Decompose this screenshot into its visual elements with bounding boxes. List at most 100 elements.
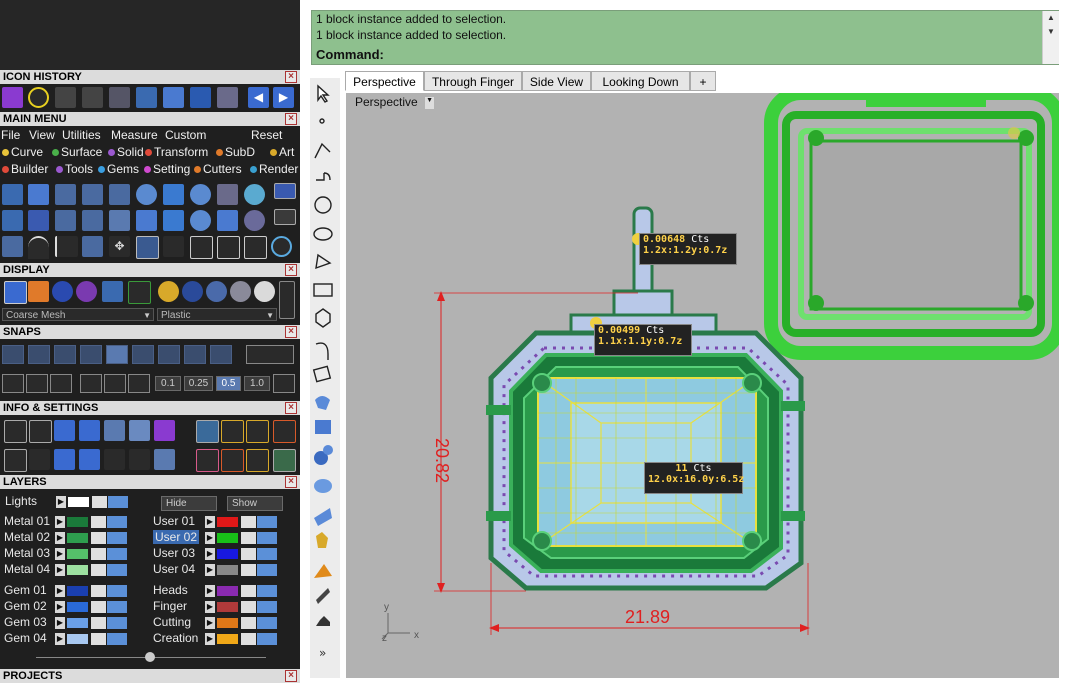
expand-arrow-icon[interactable]: ▶	[55, 548, 65, 560]
expand-arrow-icon[interactable]: ▶	[205, 585, 215, 597]
layer-controls[interactable]: ▶	[205, 516, 285, 528]
cat-setting[interactable]: Setting	[144, 162, 190, 176]
bulb-icon[interactable]	[107, 601, 127, 613]
layer-name-right[interactable]: User 01	[153, 514, 195, 528]
lock-icon[interactable]	[241, 585, 256, 597]
gem-info3-icon[interactable]	[246, 449, 269, 472]
capture-icon[interactable]	[102, 281, 123, 302]
expand-arrow-icon[interactable]: ▶	[205, 617, 215, 629]
split-icon[interactable]	[217, 236, 240, 259]
cat-subd[interactable]: SubD	[216, 145, 255, 159]
camera-icon[interactable]	[217, 184, 238, 205]
close-icon[interactable]: ×	[285, 402, 297, 414]
close-icon[interactable]: ×	[285, 113, 297, 125]
toggle-a-icon[interactable]	[274, 183, 296, 199]
close-icon[interactable]: ×	[285, 264, 297, 276]
object-icon[interactable]	[154, 420, 175, 441]
gem-info-icon[interactable]	[196, 449, 219, 472]
gem-info2-icon[interactable]	[221, 449, 244, 472]
layer-color-swatch[interactable]	[67, 565, 88, 575]
cube-snap-icon[interactable]	[26, 374, 48, 393]
command-scrollbar[interactable]: ▲ ▼	[1042, 11, 1059, 64]
surface-tool-icon[interactable]	[136, 87, 157, 108]
layer-color-swatch[interactable]	[217, 618, 238, 628]
layer-name-right[interactable]: Finger	[153, 599, 187, 613]
layer-controls[interactable]: ▶	[205, 585, 285, 597]
project-snap-icon[interactable]	[104, 374, 126, 393]
sphere-icon[interactable]	[190, 210, 211, 231]
shape-tool-icon[interactable]	[190, 87, 211, 108]
link-icon[interactable]	[190, 236, 213, 259]
cat-surface[interactable]: Surface	[52, 145, 102, 159]
layer-name-right[interactable]: User 02	[153, 530, 200, 544]
grid-snap-icon[interactable]	[2, 374, 24, 393]
layer-name-right[interactable]: Heads	[153, 583, 188, 597]
lock-icon[interactable]	[92, 496, 107, 508]
bulb-icon[interactable]	[107, 564, 127, 576]
ortho-snap-icon[interactable]	[128, 374, 150, 393]
rendered-icon[interactable]	[76, 281, 97, 302]
bar-icon[interactable]	[55, 210, 76, 231]
cat-solid[interactable]: Solid	[108, 145, 144, 159]
boxes-icon[interactable]	[2, 236, 23, 257]
gold-material-icon[interactable]	[158, 281, 179, 302]
cat-tools[interactable]: Tools	[56, 162, 93, 176]
move-icon[interactable]: ✥	[109, 236, 130, 257]
info-settings-header[interactable]: INFO & SETTINGS ×	[0, 401, 300, 415]
mid-snap-icon[interactable]	[80, 345, 102, 364]
cat-transform[interactable]: Transform	[145, 145, 208, 159]
ghost-icon[interactable]	[28, 281, 49, 302]
forward-arrow-icon[interactable]: ▶	[273, 87, 294, 108]
layer-color-swatch[interactable]	[217, 602, 238, 612]
layer-controls[interactable]: ▶	[55, 548, 135, 560]
pave-icon[interactable]	[136, 184, 157, 205]
mesh-dropdown[interactable]: Coarse Mesh ▼	[2, 308, 154, 321]
expand-arrow-icon[interactable]: ▶	[55, 585, 65, 597]
layer-color-swatch[interactable]	[67, 602, 88, 612]
surface-icon[interactable]	[2, 184, 23, 205]
close-icon[interactable]: ×	[285, 71, 297, 83]
expand-arrow-icon[interactable]: ▶	[55, 532, 65, 544]
plane-icon[interactable]	[2, 210, 23, 231]
close-icon[interactable]: ×	[285, 670, 297, 682]
blue-material-icon[interactable]	[182, 281, 203, 302]
expand-arrow-icon[interactable]: ▶	[205, 532, 215, 544]
menu-view[interactable]: View	[29, 128, 55, 142]
arc-icon[interactable]	[28, 236, 49, 259]
layer-controls[interactable]: ▶	[205, 601, 285, 613]
layer-color-swatch[interactable]	[67, 618, 88, 628]
layer-color-swatch[interactable]	[217, 565, 238, 575]
center-snap-icon[interactable]	[106, 345, 128, 364]
expand-arrow-icon[interactable]: ▶	[55, 516, 65, 528]
curve-tool-icon[interactable]	[2, 87, 23, 108]
layer-controls[interactable]: ▶	[55, 601, 135, 613]
layer-name-right[interactable]: Cutting	[153, 615, 191, 629]
layer-name-right[interactable]: Creation	[153, 631, 198, 645]
snap-value-1.0[interactable]: 1.0	[244, 376, 270, 391]
bar2-icon[interactable]	[82, 210, 103, 231]
lock-icon[interactable]	[91, 617, 106, 629]
close-icon[interactable]: ×	[285, 326, 297, 338]
zoom-icon[interactable]	[29, 420, 52, 443]
dimension-icon[interactable]	[55, 87, 76, 108]
lock-icon[interactable]	[241, 601, 256, 613]
info-a-icon[interactable]	[196, 420, 219, 443]
perp-snap-icon[interactable]	[158, 345, 180, 364]
bulb-icon[interactable]	[257, 585, 277, 597]
gem-tool-icon[interactable]	[109, 87, 130, 108]
lock-icon[interactable]	[91, 633, 106, 645]
shaded-icon[interactable]	[52, 281, 73, 302]
layer-name-left[interactable]: Gem 03	[4, 615, 47, 629]
flow-icon[interactable]	[163, 236, 184, 257]
layer-controls[interactable]: ▶	[55, 617, 135, 629]
tab-looking-down[interactable]: Looking Down	[591, 71, 690, 91]
layer-color-swatch[interactable]	[67, 586, 88, 596]
layer-color-swatch[interactable]	[217, 517, 238, 527]
layer-color-swatch[interactable]	[217, 634, 238, 644]
point-snap-icon[interactable]	[54, 345, 76, 364]
layer-name-left[interactable]: Metal 04	[4, 562, 50, 576]
bulb-icon[interactable]	[107, 633, 127, 645]
command-prompt[interactable]: Command:	[316, 47, 384, 62]
layers-icon[interactable]	[54, 420, 75, 441]
bend-icon[interactable]	[136, 236, 159, 259]
